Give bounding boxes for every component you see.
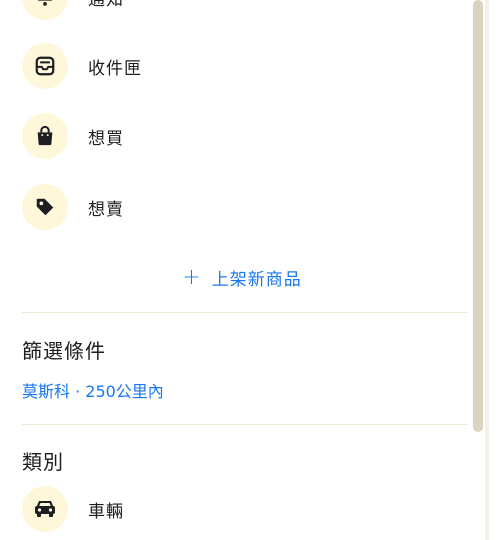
- price-tag-icon: [36, 198, 54, 216]
- sidebar-item-inbox[interactable]: 收件匣: [22, 43, 462, 89]
- scrollbar-thumb[interactable]: [473, 0, 483, 432]
- sidebar-item-notifications[interactable]: 通知: [22, 0, 462, 20]
- sidebar-item-label: 通知: [88, 0, 124, 10]
- car-icon: [35, 501, 55, 517]
- category-item-vehicles[interactable]: 車輛: [22, 486, 462, 532]
- bell-icon-circle: [22, 0, 68, 20]
- bell-icon: [37, 0, 53, 6]
- categories-section-title: 類別: [22, 450, 64, 474]
- car-icon-circle: [22, 486, 68, 532]
- divider: [22, 312, 468, 313]
- divider: [22, 424, 468, 425]
- shopping-bag-icon: [37, 125, 53, 146]
- scrollbar-edge: [485, 0, 489, 540]
- sidebar-item-label: 想賣: [88, 199, 124, 220]
- marketplace-sidebar: 通知 收件匣 想買: [0, 0, 484, 540]
- location-filter-link[interactable]: 莫斯科 · 250公里內: [22, 378, 164, 402]
- inbox-icon: [35, 56, 55, 76]
- sidebar-item-label: 想買: [88, 128, 124, 149]
- filters-section-title: 篩選條件: [22, 339, 106, 363]
- sidebar-item-selling[interactable]: 想賣: [22, 184, 462, 230]
- plus-icon: +: [182, 264, 202, 290]
- sidebar-item-buying[interactable]: 想買: [22, 113, 462, 159]
- sidebar-item-label: 車輛: [88, 501, 124, 522]
- create-listing-button[interactable]: + 上架新商品: [0, 262, 484, 292]
- shopping-bag-icon-circle: [22, 113, 68, 159]
- price-tag-icon-circle: [22, 184, 68, 230]
- sidebar-item-label: 收件匣: [88, 58, 142, 79]
- inbox-icon-circle: [22, 43, 68, 89]
- create-listing-label: 上架新商品: [211, 269, 302, 290]
